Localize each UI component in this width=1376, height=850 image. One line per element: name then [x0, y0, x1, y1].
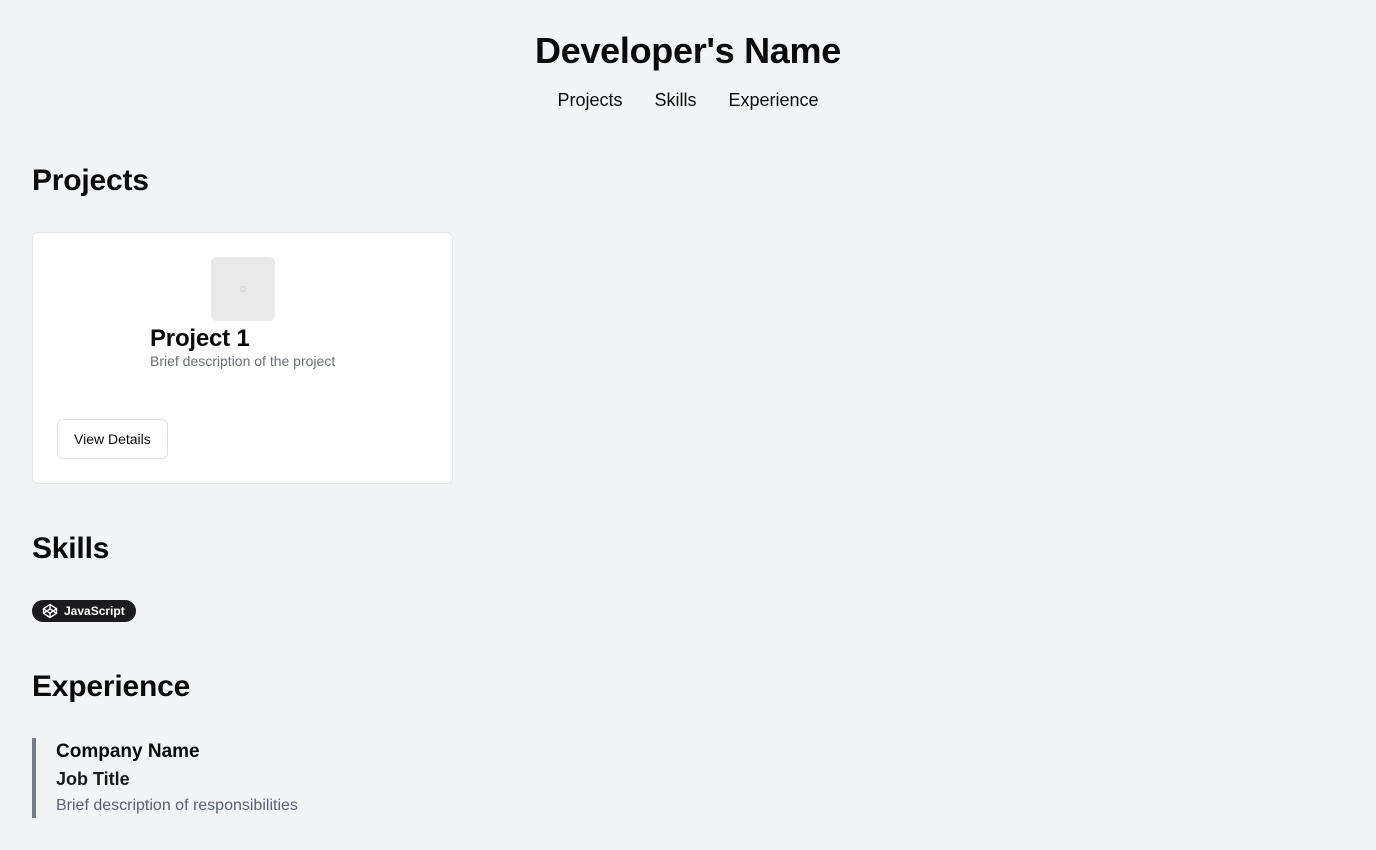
- codepen-icon: [42, 603, 58, 619]
- nav-link-projects[interactable]: Projects: [557, 90, 622, 111]
- main-nav: Projects Skills Experience: [0, 90, 1376, 111]
- experience-heading: Experience: [32, 670, 191, 703]
- site-title: Developer's Name: [535, 30, 841, 71]
- view-details-button[interactable]: View Details: [57, 419, 168, 459]
- projects-heading: Projects: [32, 164, 149, 197]
- project-thumbnail: [211, 257, 275, 321]
- nav-link-skills[interactable]: Skills: [654, 90, 696, 111]
- job-description: Brief description of responsibilities: [56, 797, 298, 814]
- portfolio-page: Developer's Name Projects Skills Experie…: [0, 0, 1376, 850]
- company-name: Company Name: [56, 741, 200, 762]
- project-card: Project 1 Brief description of the proje…: [32, 232, 453, 484]
- image-placeholder-icon: [240, 286, 246, 292]
- skills-heading: Skills: [32, 532, 110, 565]
- skill-badge-javascript: JavaScript: [32, 600, 136, 622]
- project-description: Brief description of the project: [150, 353, 336, 369]
- experience-item: Company Name Job Title Brief description…: [32, 738, 452, 818]
- job-title: Job Title: [56, 769, 130, 789]
- skill-label: JavaScript: [64, 604, 125, 618]
- project-title: Project 1: [150, 325, 250, 352]
- nav-link-experience[interactable]: Experience: [728, 90, 818, 111]
